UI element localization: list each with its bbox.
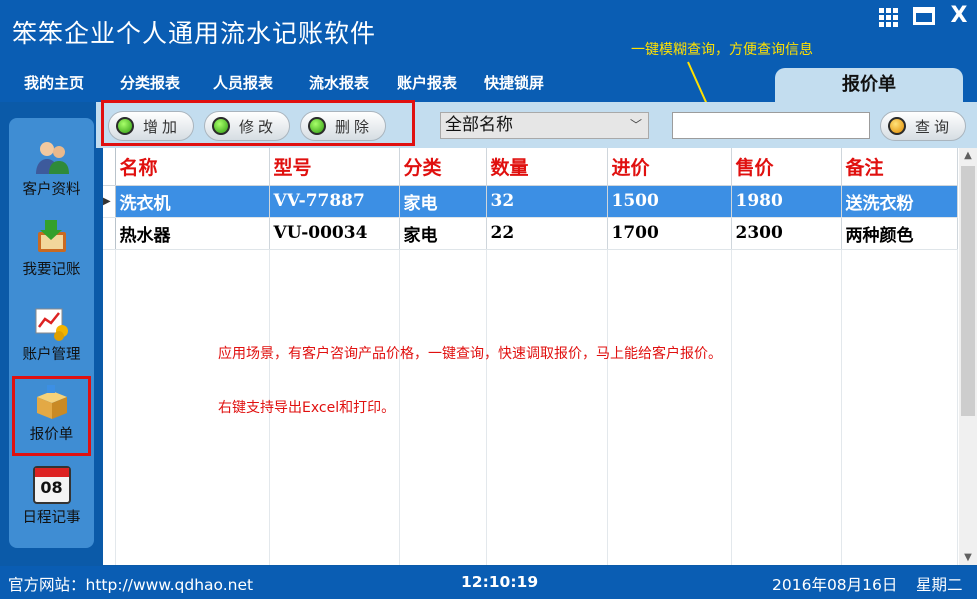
menu-staff-report[interactable]: 人员报表 — [213, 72, 273, 93]
row-pointer-icon: ▶ — [103, 185, 116, 218]
buttons-highlight-box — [101, 100, 415, 146]
search-input[interactable] — [672, 112, 870, 139]
query-button[interactable]: 查询 — [880, 111, 966, 141]
column-header[interactable]: 数量 — [486, 148, 608, 186]
sidebar-highlight-box — [12, 376, 91, 456]
column-header[interactable]: 型号 — [269, 148, 400, 186]
window-controls: X — [879, 5, 971, 27]
table-row[interactable]: 热水器 VU-00034 家电 22 1700 2300 两种颜色 — [103, 217, 958, 250]
bookkeeping-icon — [37, 220, 66, 252]
orange-led-icon — [888, 117, 906, 135]
customers-icon — [35, 142, 69, 174]
sidebar-item-customers[interactable]: 客户资料 — [9, 138, 94, 199]
status-date: 2016年08月16日 — [772, 576, 898, 594]
chevron-down-icon: ﹀ — [629, 118, 642, 132]
search-tip-annotation: 一键模糊查询，方便查询信息 — [631, 42, 813, 58]
menu-account-report[interactable]: 账户报表 — [397, 72, 457, 93]
column-header[interactable]: 分类 — [399, 148, 487, 186]
table-cell[interactable]: 2300 — [731, 217, 842, 250]
account-chart-icon — [35, 308, 68, 341]
table-cell[interactable]: 家电 — [399, 185, 487, 218]
column-header[interactable]: 备注 — [841, 148, 958, 186]
table-cell[interactable]: 22 — [486, 217, 608, 250]
name-filter-select[interactable]: 全部名称 ﹀ — [440, 112, 649, 139]
table-row[interactable]: ▶ 洗衣机 VV-77887 家电 32 1500 1980 送洗衣粉 — [103, 185, 958, 218]
sidebar-item-schedule[interactable]: 08 日程记事 — [9, 466, 94, 527]
sidebar-item-bookkeeping[interactable]: 我要记账 — [9, 218, 94, 279]
vertical-scrollbar[interactable]: ▲ ▼ — [959, 148, 977, 565]
table-cell[interactable]: 1700 — [607, 217, 732, 250]
menu-flow-report[interactable]: 流水报表 — [309, 72, 369, 93]
menu-category-report[interactable]: 分类报表 — [120, 72, 180, 93]
table-cell[interactable]: 两种颜色 — [841, 217, 958, 250]
menu-home[interactable]: 我的主页 — [24, 72, 84, 93]
scroll-down-icon[interactable]: ▼ — [959, 552, 977, 563]
table-cell[interactable]: 送洗衣粉 — [841, 185, 958, 218]
menu-quick-lock[interactable]: 快捷锁屏 — [484, 72, 544, 93]
column-header[interactable]: 售价 — [731, 148, 842, 186]
row-header-corner — [103, 148, 116, 186]
scenario-annotation: 应用场景，有客户咨询产品价格，一键查询，快速调取报价，马上能给客户报价。 — [218, 346, 722, 362]
table-cell[interactable]: VU-00034 — [269, 217, 400, 250]
table-header-row: 名称 型号 分类 数量 进价 售价 备注 — [103, 148, 958, 186]
status-weekday: 星期二 — [916, 576, 963, 594]
sidebar: 客户资料 我要记账 账户管理 报价单 08 日程记事 — [9, 118, 94, 548]
calendar-icon: 08 — [32, 466, 71, 504]
table-cell[interactable]: 1980 — [731, 185, 842, 218]
table-cell[interactable]: 家电 — [399, 217, 487, 250]
app-title: 笨笨企业个人通用流水记账软件 — [12, 19, 377, 48]
title-bar: 笨笨企业个人通用流水记账软件 X — [0, 0, 977, 62]
table-cell[interactable]: 1500 — [607, 185, 732, 218]
maximize-icon[interactable] — [913, 5, 937, 27]
column-header[interactable]: 名称 — [115, 148, 270, 186]
table-cell[interactable]: 洗衣机 — [115, 185, 270, 218]
scroll-up-icon[interactable]: ▲ — [959, 150, 977, 161]
status-bar: 官方网站：http://www.qdhao.net 12:10:19 2016年… — [0, 566, 977, 599]
close-icon[interactable]: X — [947, 5, 971, 27]
scrollbar-thumb[interactable] — [961, 166, 975, 416]
column-header[interactable]: 进价 — [607, 148, 732, 186]
table-cell[interactable]: VV-77887 — [269, 185, 400, 218]
tab-quote[interactable]: 报价单 — [775, 68, 963, 102]
quote-table: 名称 型号 分类 数量 进价 售价 备注 ▶ 洗衣机 VV-77887 家电 3… — [103, 148, 958, 250]
website-link[interactable]: 官方网站：http://www.qdhao.net — [8, 573, 253, 595]
row-header — [103, 217, 116, 250]
menu-grid-icon[interactable] — [879, 5, 903, 27]
sidebar-item-accounts[interactable]: 账户管理 — [9, 303, 94, 364]
clock-time: 12:10:19 — [461, 573, 539, 591]
export-annotation: 右键支持导出Excel和打印。 — [218, 400, 396, 416]
table-cell[interactable]: 热水器 — [115, 217, 270, 250]
table-cell[interactable]: 32 — [486, 185, 608, 218]
